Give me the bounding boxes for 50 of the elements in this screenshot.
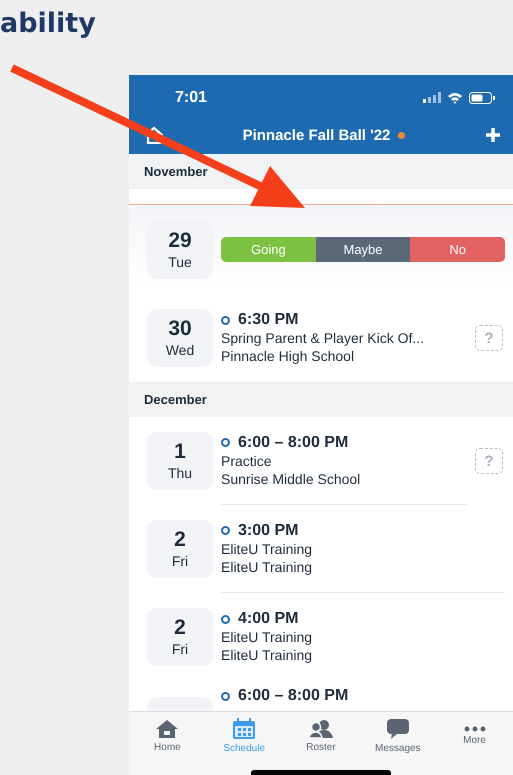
event-time: 6:00 – 8:00 PM bbox=[238, 434, 348, 452]
event-title[interactable]: EliteU Training bbox=[221, 540, 505, 558]
more-icon bbox=[464, 726, 486, 732]
battery-icon bbox=[469, 92, 495, 104]
rsvp-option[interactable]: No bbox=[410, 237, 505, 262]
event-time: 6:30 PM bbox=[238, 311, 298, 329]
rsvp-option[interactable]: Maybe bbox=[316, 237, 410, 262]
event-title[interactable]: Spring Parent & Player Kick Of... bbox=[221, 329, 467, 347]
status-time: 7:01 bbox=[175, 88, 208, 106]
tab-button[interactable]: Roster bbox=[290, 719, 351, 753]
tab-button[interactable]: Messages bbox=[368, 718, 428, 754]
home-icon bbox=[155, 719, 180, 739]
event-dot bbox=[221, 438, 230, 447]
plus-icon[interactable] bbox=[484, 127, 501, 143]
event-location: Pinnacle High School bbox=[221, 347, 356, 365]
event-title[interactable]: EliteU Training bbox=[221, 628, 505, 646]
slide-title: ability bbox=[0, 7, 96, 41]
event-time: 4:00 PM bbox=[238, 610, 298, 628]
signal-icon bbox=[423, 92, 441, 103]
event-title[interactable]: Practice bbox=[221, 452, 467, 470]
tab-button[interactable]: More bbox=[444, 726, 505, 746]
date-day: 2 bbox=[174, 616, 186, 640]
tab-button[interactable]: Home bbox=[137, 719, 198, 753]
calendar-icon bbox=[232, 718, 256, 740]
month-label: December bbox=[144, 392, 207, 407]
date-weekday: Tue bbox=[168, 252, 192, 270]
event-time: 3:00 PM bbox=[238, 522, 298, 540]
team-title: Pinnacle Fall Ball '22 bbox=[242, 126, 390, 144]
people-icon bbox=[308, 719, 334, 739]
date-weekday: Thu bbox=[168, 464, 192, 482]
event-dot bbox=[221, 692, 230, 700]
wifi-icon bbox=[447, 92, 463, 104]
event-dot bbox=[221, 614, 230, 624]
date-day: 29 bbox=[168, 228, 192, 252]
date-weekday: Fri bbox=[172, 552, 188, 570]
house-icon[interactable] bbox=[145, 126, 163, 144]
date-day: 2 bbox=[174, 528, 186, 552]
month-label: November bbox=[144, 164, 208, 179]
event-location: Sunrise Middle School bbox=[221, 470, 362, 488]
event-dot bbox=[221, 316, 230, 324]
date-weekday: Wed bbox=[166, 341, 194, 359]
chat-bubble-icon bbox=[386, 718, 410, 740]
date-day: 30 bbox=[168, 317, 192, 341]
date-weekday: Fri bbox=[172, 640, 188, 658]
date-day: 1 bbox=[174, 440, 186, 464]
event-dot bbox=[221, 526, 230, 535]
notification-dot bbox=[398, 132, 406, 138]
event-time: 6:00 – 8:00 PM bbox=[238, 687, 348, 705]
event-location: EliteU Training bbox=[221, 646, 314, 664]
event-location: EliteU Training bbox=[221, 558, 314, 576]
